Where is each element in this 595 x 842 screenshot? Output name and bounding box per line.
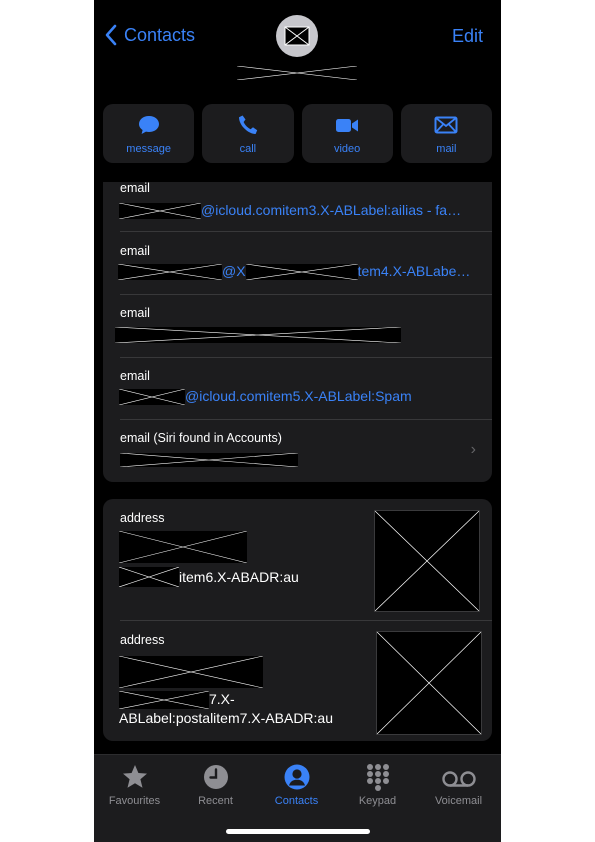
- tab-keypad[interactable]: Keypad: [337, 763, 418, 807]
- quick-actions: message call video mail: [103, 104, 492, 163]
- avatar: [276, 15, 318, 57]
- redacted-text: [245, 264, 358, 281]
- redacted-text: [119, 656, 263, 688]
- tab-label: Favourites: [108, 795, 161, 807]
- redacted-text: [119, 567, 179, 587]
- call-button[interactable]: call: [202, 104, 294, 163]
- keypad-icon: [366, 764, 389, 791]
- tab-label: Voicemail: [434, 795, 483, 807]
- redacted-text: [119, 203, 201, 220]
- voicemail-icon: [441, 771, 476, 787]
- address-row[interactable]: address 7.X- ABLabel:postalitem7.X-ABADR…: [103, 620, 492, 741]
- redacted-text: [119, 690, 209, 709]
- redacted-text: [120, 453, 298, 468]
- address-map-thumbnail[interactable]: [376, 631, 482, 735]
- address-value: item6.X-ABADR:au: [119, 531, 299, 587]
- redacted-text: [118, 264, 222, 281]
- email-value-text: tem4.X-ABLabe…: [357, 263, 471, 279]
- chevron-left-icon: [105, 24, 117, 46]
- mail-button[interactable]: mail: [400, 104, 492, 163]
- redacted-contact-name: [237, 66, 357, 80]
- email-row-siri[interactable]: email (Siri found in Accounts) ›: [103, 419, 492, 482]
- tab-favourites[interactable]: Favourites: [94, 763, 175, 807]
- address-label: address: [120, 633, 165, 647]
- video-button-label: video: [333, 142, 361, 155]
- email-label: email: [120, 182, 150, 195]
- email-list: email @icloud.comitem3.X-ABLabel:ailias …: [103, 182, 492, 482]
- message-button-label: message: [126, 142, 171, 155]
- home-indicator[interactable]: [226, 829, 370, 834]
- email-value: [120, 451, 298, 468]
- call-button-label: call: [239, 142, 257, 155]
- tab-label: Contacts: [274, 795, 319, 807]
- video-button[interactable]: video: [301, 104, 393, 163]
- address-line-text: 7.X-: [209, 691, 235, 707]
- address-line-text: item6.X-ABADR:au: [179, 568, 299, 585]
- mail-button-label: mail: [436, 142, 457, 155]
- address-list: address item6.X-ABADR:au address 7.X- AB…: [103, 499, 492, 741]
- person-icon: [284, 764, 309, 790]
- email-row[interactable]: email: [103, 294, 492, 357]
- image-placeholder-icon: [284, 26, 310, 46]
- contact-detail-screen: Contacts Edit message call video mail em…: [94, 0, 501, 842]
- email-row[interactable]: email @icloud.comitem3.X-ABLabel:ailias …: [103, 182, 492, 232]
- edit-button[interactable]: Edit: [452, 26, 483, 47]
- email-row[interactable]: email @X tem4.X-ABLabe…: [103, 232, 492, 294]
- tab-label: Keypad: [358, 795, 397, 807]
- clock-icon: [203, 765, 228, 789]
- tab-label: Recent: [198, 795, 233, 807]
- email-value: @X tem4.X-ABLabe…: [118, 263, 471, 281]
- tab-recent[interactable]: Recent: [175, 763, 256, 807]
- address-map-thumbnail[interactable]: [374, 510, 480, 612]
- chevron-right-icon: ›: [470, 441, 476, 458]
- email-value-text: @icloud.comitem3.X-ABLabel:ailias - fa…: [201, 202, 462, 218]
- tab-contacts[interactable]: Contacts: [256, 763, 337, 807]
- address-line-text: ABLabel:postalitem7.X-ABADR:au: [119, 710, 333, 726]
- redacted-text: [119, 389, 185, 406]
- back-button[interactable]: Contacts: [104, 24, 195, 46]
- email-label: email (Siri found in Accounts): [120, 431, 282, 445]
- address-row[interactable]: address item6.X-ABADR:au: [103, 499, 492, 620]
- video-icon: [336, 118, 359, 132]
- star-icon: [122, 765, 147, 788]
- email-label: email: [120, 369, 150, 383]
- address-value: 7.X- ABLabel:postalitem7.X-ABADR:au: [119, 656, 333, 728]
- email-row[interactable]: email @icloud.comitem5.X-ABLabel:Spam: [103, 357, 492, 419]
- email-label: email: [120, 244, 150, 258]
- message-icon: [138, 115, 159, 134]
- message-button[interactable]: message: [103, 104, 195, 163]
- email-value-text: @icloud.comitem5.X-ABLabel:Spam: [185, 388, 412, 404]
- phone-icon: [238, 115, 258, 134]
- email-value-text: @X: [222, 263, 246, 279]
- address-label: address: [120, 511, 165, 525]
- mail-icon: [434, 116, 458, 133]
- redacted-text: [115, 327, 401, 344]
- email-value: @icloud.comitem3.X-ABLabel:ailias - fa…: [119, 202, 462, 220]
- back-button-label: Contacts: [124, 24, 196, 45]
- email-value: [115, 326, 401, 344]
- redacted-text: [119, 531, 247, 563]
- email-label: email: [120, 306, 150, 320]
- email-value: @icloud.comitem5.X-ABLabel:Spam: [119, 388, 412, 406]
- tab-voicemail[interactable]: Voicemail: [418, 763, 499, 807]
